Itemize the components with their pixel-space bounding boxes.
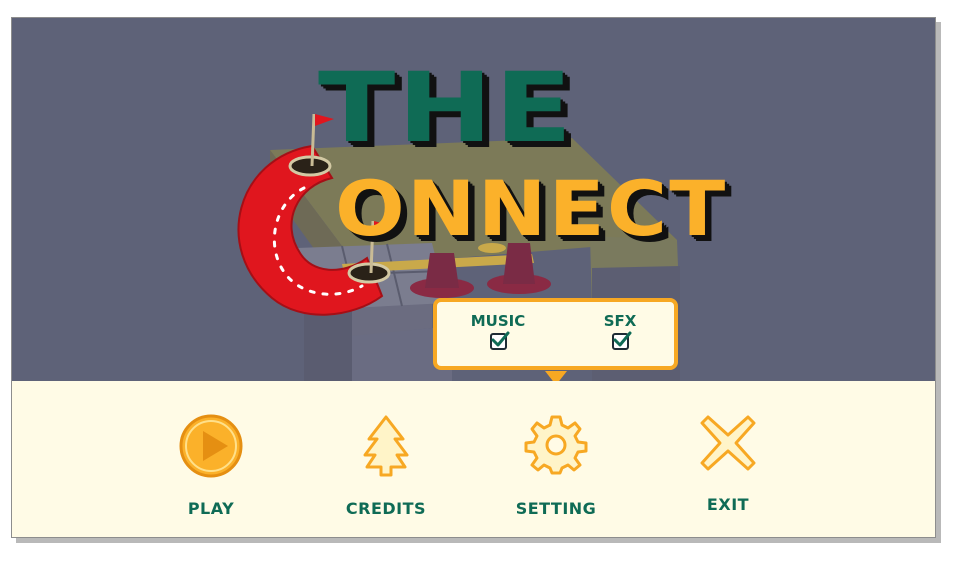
music-label: MUSIC [470, 312, 526, 330]
sfx-toggle[interactable]: SFX [595, 312, 645, 354]
title-the: THE [318, 52, 575, 164]
sfx-checkbox[interactable] [611, 331, 631, 350]
credits-label: CREDITS [345, 499, 427, 518]
sfx-label: SFX [603, 312, 637, 330]
music-toggle[interactable]: MUSIC [467, 312, 529, 354]
tree-icon [326, 413, 446, 483]
exit-label: EXIT [706, 495, 750, 514]
gear-icon [496, 413, 616, 483]
checkmark-icon [613, 331, 631, 347]
checkmark-icon [491, 331, 509, 347]
play-label: PLAY [187, 499, 235, 518]
setting-label: SETTING [515, 499, 597, 518]
music-checkbox[interactable] [489, 331, 509, 350]
game-frame: THE ONNECT MUSIC SFX PLAY CREDITS SETTIN… [11, 17, 936, 538]
close-icon [668, 413, 788, 483]
settings-popup: MUSIC SFX [433, 298, 678, 370]
main-menu-bar: PLAY CREDITS SETTING EXIT [12, 381, 935, 537]
title-connect: ONNECT [335, 164, 728, 253]
play-icon [151, 413, 271, 483]
